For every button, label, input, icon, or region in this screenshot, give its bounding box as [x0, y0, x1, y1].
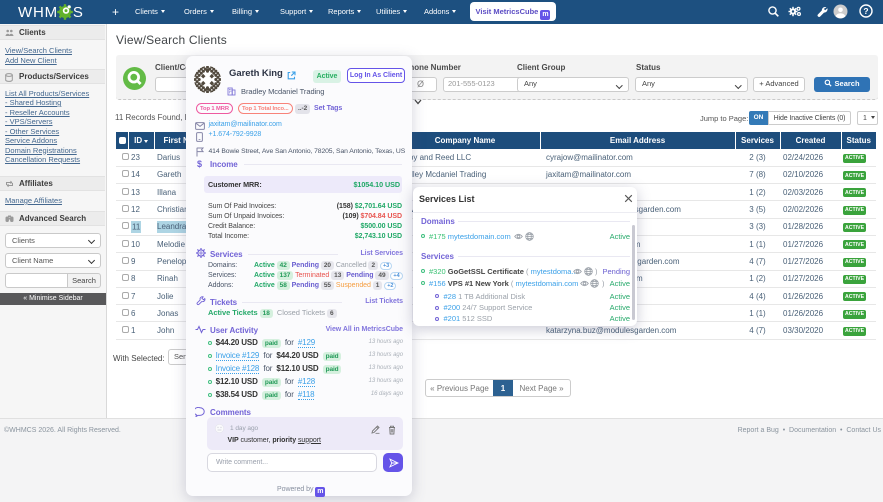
svg-text:?: ?	[863, 6, 868, 16]
